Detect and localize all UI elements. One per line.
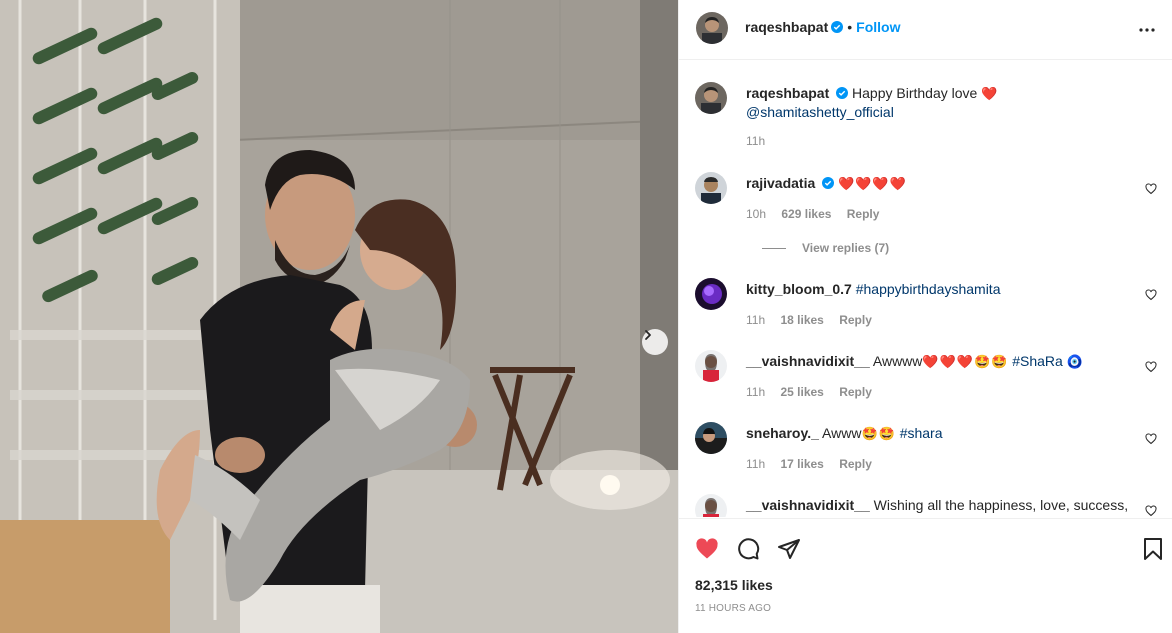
comment-meta: 11h 17 likes Reply [746,457,884,471]
comment-time[interactable]: 10h [746,207,766,221]
follow-button[interactable]: Follow [856,19,900,35]
comment-hashtag[interactable]: #happybirthdayshamita [856,281,1001,297]
author-avatar[interactable] [696,12,728,44]
commenter-avatar[interactable] [695,422,727,454]
comment-item: sneharoy._ Awww🤩🤩 #shara 11h 17 likes Re… [695,422,1157,472]
more-horizontal-icon[interactable] [1137,20,1157,40]
comment-like-icon[interactable] [1145,433,1157,445]
commenter-username[interactable]: kitty_bloom_0.7 [746,281,852,297]
comment-like-icon[interactable] [1145,289,1157,301]
comment-time[interactable]: 11h [746,457,765,471]
separator-dot: • [847,19,853,35]
comment-time[interactable]: 11h [746,385,765,399]
comment-meta: 11h 25 likes Reply [746,385,884,399]
comment-item: __vaishnavidixit__ Wishing all the happi… [695,494,1157,517]
comment-reply-button[interactable]: Reply [839,313,872,327]
comment-extra-emoji: 🧿 [1066,354,1084,369]
comments-list[interactable]: raqeshbapat Happy Birthday love ❤️ @sham… [679,61,1172,517]
post-detail-panel: raqeshbapat • Follow raqeshbapat Happy B… [678,0,1172,633]
comment-reply-button[interactable]: Reply [847,207,880,221]
comment-bubble-icon[interactable] [736,537,760,561]
comment-like-icon[interactable] [1145,361,1157,373]
comment-text: Awww [822,425,862,441]
verified-badge-icon [831,21,844,33]
commenter-username[interactable]: __vaishnavidixit__ [746,497,870,513]
caption-row: raqeshbapat Happy Birthday love ❤️ @sham… [695,82,1157,162]
comment-time[interactable]: 11h [746,313,765,327]
verified-badge-icon [836,87,849,99]
commenter-avatar[interactable] [695,278,727,310]
post-likes-count[interactable]: 82,315 likes [695,577,773,593]
caption-mention[interactable]: @shamitashetty_official [746,104,894,120]
view-replies-label: View replies (7) [802,241,890,255]
comment-hashtag[interactable]: #ShaRa [1012,353,1063,369]
verified-badge-icon [822,177,835,189]
comment-item: rajivadatia ❤️❤️❤️❤️ 10h 629 likes Reply… [695,172,1157,272]
bookmark-icon[interactable] [1141,537,1165,561]
post-image [0,0,678,633]
comment-emoji: ❤️❤️❤️❤️ [838,176,907,191]
comment-likes[interactable]: 17 likes [780,457,823,471]
commenter-avatar[interactable] [695,350,727,382]
commenter-avatar[interactable] [695,172,727,204]
post-timestamp[interactable]: 11 HOURS AGO [695,603,771,614]
commenter-username[interactable]: __vaishnavidixit__ [746,353,870,369]
view-replies-button[interactable]: View replies (7) [762,241,889,255]
comment-like-icon[interactable] [1145,505,1157,517]
commenter-username[interactable]: rajivadatia [746,175,815,191]
comment-like-icon[interactable] [1145,183,1157,195]
comment-likes[interactable]: 629 likes [781,207,831,221]
comment-emoji: 🤩🤩 [861,426,896,441]
comment-meta: 10h 629 likes Reply [746,207,891,221]
comment-text: Wishing all the happiness, love, success… [873,497,1129,513]
comment-likes[interactable]: 18 likes [780,313,823,327]
comment-item: kitty_bloom_0.7 #happybirthdayshamita 11… [695,278,1157,328]
comment-text: Awwww [872,353,923,369]
caption-time[interactable]: 11h [746,134,765,148]
caption-author-avatar[interactable] [695,82,727,114]
commenter-avatar[interactable] [695,494,727,517]
comment-hashtag[interactable]: #shara [900,425,943,441]
carousel-next-button[interactable] [642,329,668,355]
commenter-username[interactable]: sneharoy._ [746,425,819,441]
caption-emoji: ❤️ [981,86,999,101]
paper-plane-icon[interactable] [777,537,801,561]
caption-meta: 11h [746,134,777,148]
post-actions: 82,315 likes 11 HOURS AGO [679,518,1172,633]
comment-reply-button[interactable]: Reply [839,457,872,471]
chevron-right-icon [645,330,651,340]
caption-text: Happy Birthday love [852,85,978,101]
replies-divider-line [762,247,786,249]
caption-username[interactable]: raqeshbapat [746,85,829,101]
comment-reply-button[interactable]: Reply [839,385,872,399]
author-username[interactable]: raqeshbapat [745,19,828,35]
post-photo[interactable] [0,0,678,633]
comment-likes[interactable]: 25 likes [780,385,823,399]
heart-filled-icon[interactable] [695,537,719,561]
comment-item: __vaishnavidixit__ Awwww❤️❤️❤️🤩🤩 #ShaRa … [695,350,1157,400]
comment-meta: 11h 18 likes Reply [746,313,884,327]
post-header: raqeshbapat • Follow [679,0,1172,60]
comment-emoji: ❤️❤️❤️🤩🤩 [922,354,1009,369]
